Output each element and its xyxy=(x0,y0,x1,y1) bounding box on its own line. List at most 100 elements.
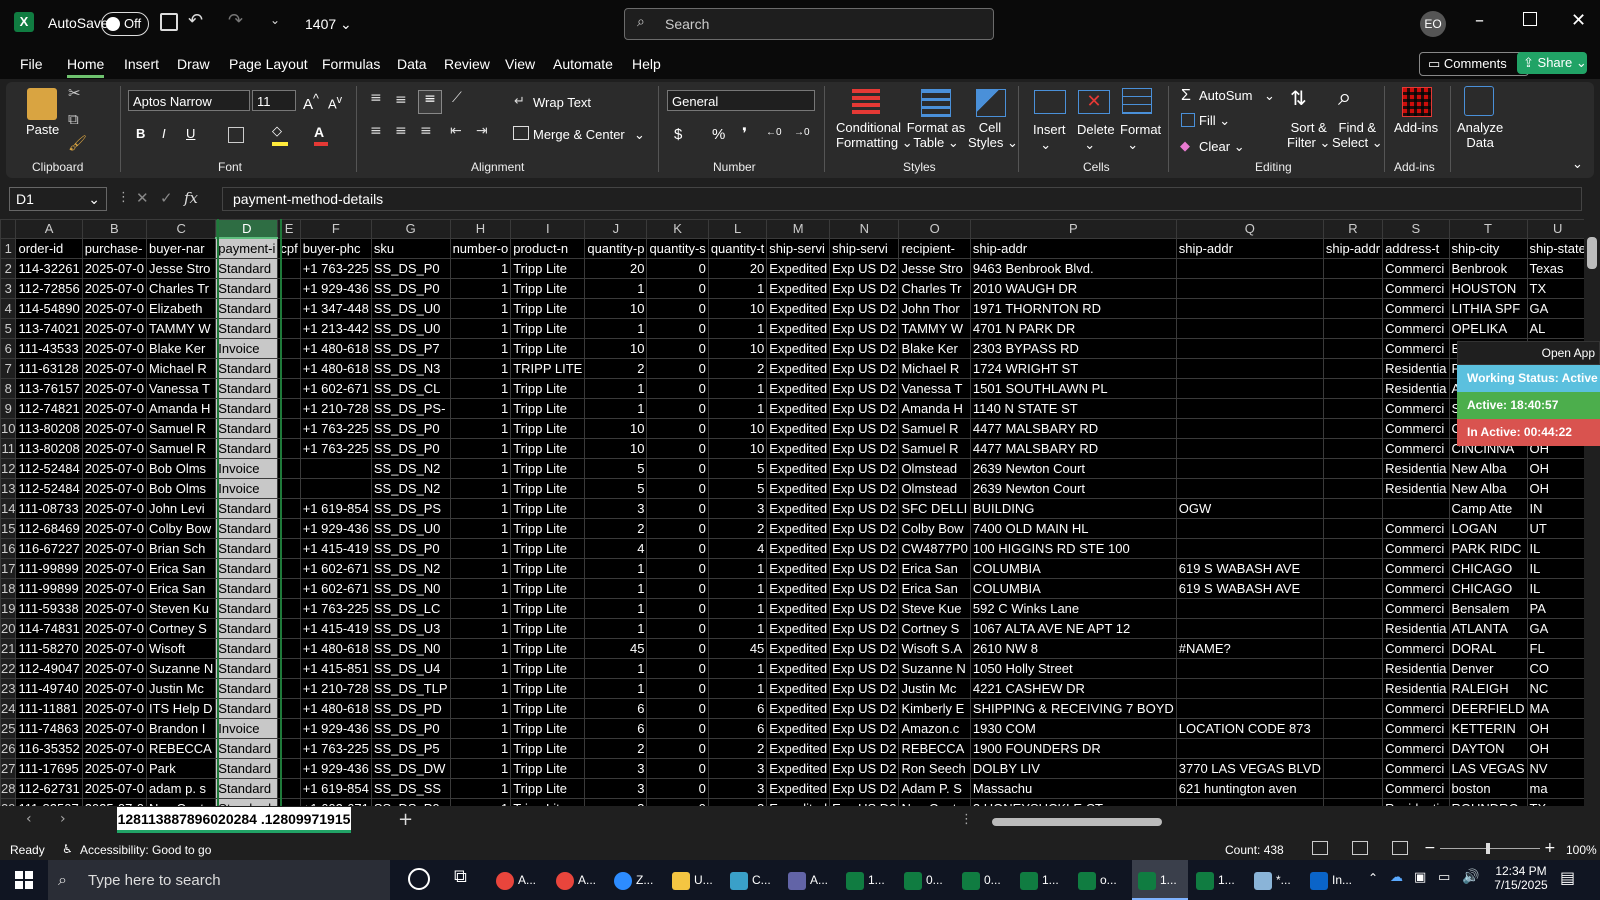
cell[interactable]: Standard xyxy=(215,698,279,719)
cell[interactable]: Standard xyxy=(215,738,279,759)
cell[interactable]: adam p. s xyxy=(145,778,217,799)
cell[interactable]: COLUMBIA xyxy=(969,578,1177,599)
cell[interactable] xyxy=(1175,518,1324,539)
cell[interactable]: +1 347-448 xyxy=(299,298,372,319)
italic-button[interactable]: I xyxy=(162,126,166,141)
cell[interactable]: Commerci xyxy=(1382,578,1450,599)
cell[interactable]: Commerci xyxy=(1382,298,1450,319)
cell[interactable]: SS_DS_TLP xyxy=(370,678,451,699)
cell[interactable] xyxy=(1175,738,1324,759)
cell[interactable]: 1067 ALTA AVE NE APT 12 xyxy=(969,618,1177,639)
cell[interactable]: SS_DS_PS xyxy=(370,498,451,519)
cell[interactable]: 3 xyxy=(707,778,768,799)
cell[interactable] xyxy=(1322,658,1384,679)
taskbar-item-app-c[interactable]: C... xyxy=(730,860,771,900)
bold-button[interactable]: B xyxy=(136,126,145,141)
cell[interactable] xyxy=(1322,738,1384,759)
paste-icon[interactable] xyxy=(27,88,57,120)
cell[interactable]: TRIPP LITE xyxy=(510,358,586,379)
cell[interactable]: 1 xyxy=(584,678,648,699)
cell[interactable]: 2025-07-0 xyxy=(81,418,147,439)
cell[interactable]: MA xyxy=(1526,698,1584,719)
cell[interactable]: 0 xyxy=(646,578,709,599)
cell[interactable]: 0 xyxy=(646,798,709,806)
cell[interactable]: Justin Mc xyxy=(145,678,217,699)
cell[interactable]: Expedited xyxy=(766,498,831,519)
borders-icon[interactable] xyxy=(228,127,244,143)
decrease-indent-icon[interactable]: ⇤ xyxy=(450,123,462,139)
cell[interactable]: 0 xyxy=(646,458,709,479)
cell[interactable]: SS_DS_U4 xyxy=(370,658,451,679)
cell[interactable] xyxy=(1175,338,1324,359)
copy-icon[interactable]: ⧉ xyxy=(68,110,79,128)
cell[interactable]: Expedited xyxy=(766,258,831,279)
cell[interactable]: 7400 OLD MAIN HL xyxy=(969,518,1177,539)
cell[interactable]: ship-addr xyxy=(1175,237,1324,259)
cell[interactable]: Blake Ker xyxy=(898,338,971,359)
cell[interactable]: 10 xyxy=(707,338,768,359)
column-header[interactable]: D xyxy=(215,219,279,239)
cell[interactable]: UT xyxy=(1526,518,1584,539)
customize-toolbar-icon[interactable]: ⌄ xyxy=(270,13,280,27)
cell[interactable]: Residentia xyxy=(1382,358,1450,379)
column-header[interactable]: C xyxy=(145,219,217,239)
cell[interactable]: Expedited xyxy=(766,458,831,479)
cell[interactable] xyxy=(1322,478,1384,499)
cell[interactable]: NV xyxy=(1526,758,1584,779)
cell[interactable]: 2010 WAUGH DR xyxy=(969,278,1177,299)
cell[interactable]: 3770 LAS VEGAS BLVD xyxy=(1175,758,1324,779)
cell[interactable]: Invoice xyxy=(215,718,279,739)
row-header[interactable]: 29 xyxy=(0,798,17,806)
cell[interactable]: Expedited xyxy=(766,618,831,639)
cell[interactable]: 0 xyxy=(646,618,709,639)
cell[interactable]: 1 xyxy=(449,678,512,699)
cell[interactable] xyxy=(1175,358,1324,379)
cell[interactable] xyxy=(1322,518,1384,539)
cell[interactable]: SS_DS_P0 xyxy=(370,718,451,739)
cell[interactable]: Steve Kue xyxy=(898,598,971,619)
cell[interactable]: Standard xyxy=(215,658,279,679)
cell[interactable]: PARK RIDC xyxy=(1448,538,1528,559)
cell[interactable]: SFC DELLI xyxy=(898,498,971,519)
avatar[interactable]: EO xyxy=(1420,11,1446,37)
cell[interactable]: Samuel R xyxy=(145,418,217,439)
cell[interactable]: 1 xyxy=(449,498,512,519)
cell[interactable]: 112-74821 xyxy=(15,398,83,419)
cell[interactable] xyxy=(1322,638,1384,659)
wrap-text-button[interactable]: Wrap Text xyxy=(533,95,591,110)
cell[interactable]: 2 xyxy=(584,518,648,539)
cell[interactable]: 0 xyxy=(646,558,709,579)
cell[interactable]: Standard xyxy=(215,538,279,559)
font-color-icon[interactable]: A xyxy=(314,124,328,146)
column-header[interactable]: M xyxy=(766,219,831,239)
cell[interactable]: DORAL xyxy=(1448,638,1528,659)
cell[interactable]: Expedited xyxy=(766,378,831,399)
column-header[interactable]: N xyxy=(829,219,900,239)
cell[interactable]: Tripp Lite xyxy=(510,638,586,659)
cell[interactable] xyxy=(1322,718,1384,739)
cell[interactable]: 114-54890 xyxy=(15,298,83,319)
network-icon[interactable]: ▭ xyxy=(1438,870,1450,885)
cell[interactable]: Tripp Lite xyxy=(510,698,586,719)
cell[interactable]: Jesse Stro xyxy=(145,258,217,279)
cell[interactable]: Suzanne N xyxy=(898,658,971,679)
cell[interactable]: Exp US D2 xyxy=(829,298,900,319)
cell[interactable]: Expedited xyxy=(766,438,831,459)
search-box[interactable]: ⌕ Search xyxy=(624,8,994,40)
cell[interactable]: 114-32261 xyxy=(15,258,83,279)
cell[interactable]: 1 xyxy=(449,798,512,806)
taskbar-item-excel-3[interactable]: 0... xyxy=(962,860,1001,900)
prev-sheet-icon[interactable]: ‹ xyxy=(26,811,32,827)
cell[interactable]: address-t xyxy=(1382,237,1450,259)
cell[interactable]: Bob Olms xyxy=(145,458,217,479)
row-header[interactable]: 28 xyxy=(0,778,17,799)
cell[interactable] xyxy=(299,478,372,499)
cell[interactable]: 111-74863 xyxy=(15,718,83,739)
taskbar-item-outlook[interactable]: In... xyxy=(1310,860,1352,900)
row-header[interactable]: 27 xyxy=(0,758,17,779)
cell[interactable]: 1900 FOUNDERS DR xyxy=(969,738,1177,759)
cell[interactable]: Commerci xyxy=(1382,398,1450,419)
cell[interactable]: 111-82507 xyxy=(15,798,83,806)
cell[interactable]: SHIPPING & RECEIVING 7 BOYD xyxy=(969,698,1177,719)
cell[interactable]: +1 602-671 xyxy=(299,798,372,806)
